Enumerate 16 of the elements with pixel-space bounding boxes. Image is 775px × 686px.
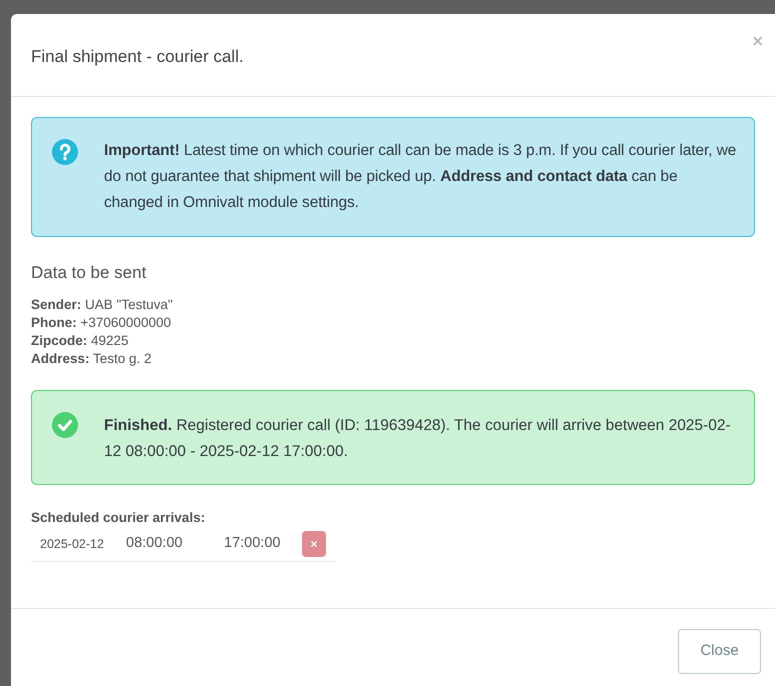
modal-title: Final shipment - courier call. [31,46,244,68]
table-cell-text: 08:00:00 [126,534,184,554]
data-field: Sender: UAB "Testuva" [31,296,173,314]
table-cell-text: 17:00:00 [224,534,282,554]
data-field: Address: Testo g. 2 [31,350,152,368]
remove-button[interactable]: × [302,531,326,558]
section-heading: Data to be sent [31,262,148,284]
data-field: Phone: +37060000000 [31,314,171,332]
table-cell-text: 2025-02-12 [40,536,105,553]
arrivals-heading: Scheduled courier arrivals: [31,508,206,526]
help-icon [52,139,78,165]
data-field: Zipcode: 49225 [31,332,129,350]
success-message: Finished. Registered courier call (ID: 119639428). The courier will arrive between 2025-02-12 08:00:00 - 2025-02-12 17:00:00. [104,416,732,462]
close-button[interactable]: Close [678,629,761,674]
info-message: Important! Latest time on which courier call can be made is 3 p.m. If you call courier later, we do not guarantee that shipment will be picked up. Address and contact data can be changed in Omnivalt module settings. [104,141,738,213]
check-circle-icon [52,412,78,438]
